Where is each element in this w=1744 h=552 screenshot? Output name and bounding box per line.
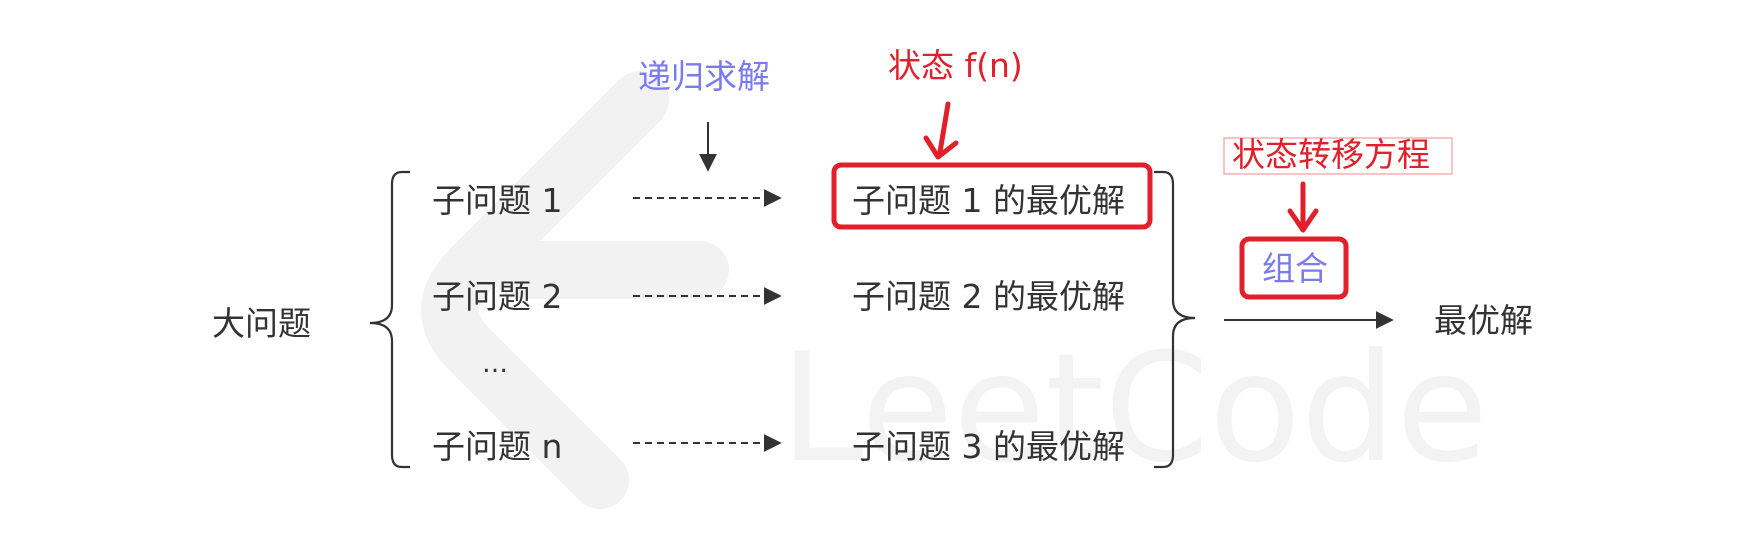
state-label: 状态 f(n) [888, 46, 1023, 85]
left-brace [369, 170, 410, 469]
transition-equation-label: 状态转移方程 [1232, 135, 1430, 174]
big-problem-label: 大问题 [212, 304, 311, 343]
recursive-solve-label: 递归求解 [638, 57, 770, 96]
combine-label: 组合 [1262, 249, 1328, 288]
dp-diagram: LeetCode 大问题 子问题 1 子问题 2 … 子问题 n 递归求解 子问… [212, 46, 1533, 509]
optimal-solution-3: 子问题 3 的最优解 [852, 427, 1125, 466]
subproblem-ellipsis: … [482, 349, 510, 379]
subproblem-2: 子问题 2 [432, 277, 563, 316]
subproblem-1: 子问题 1 [432, 181, 563, 220]
subproblem-n: 子问题 n [432, 427, 562, 466]
optimal-solution-2: 子问题 2 的最优解 [852, 277, 1125, 316]
optimal-solution-1: 子问题 1 的最优解 [852, 181, 1125, 220]
watermark-text: LeetCode [780, 322, 1488, 496]
state-red-arrow [937, 101, 951, 155]
final-result-label: 最优解 [1434, 301, 1533, 340]
